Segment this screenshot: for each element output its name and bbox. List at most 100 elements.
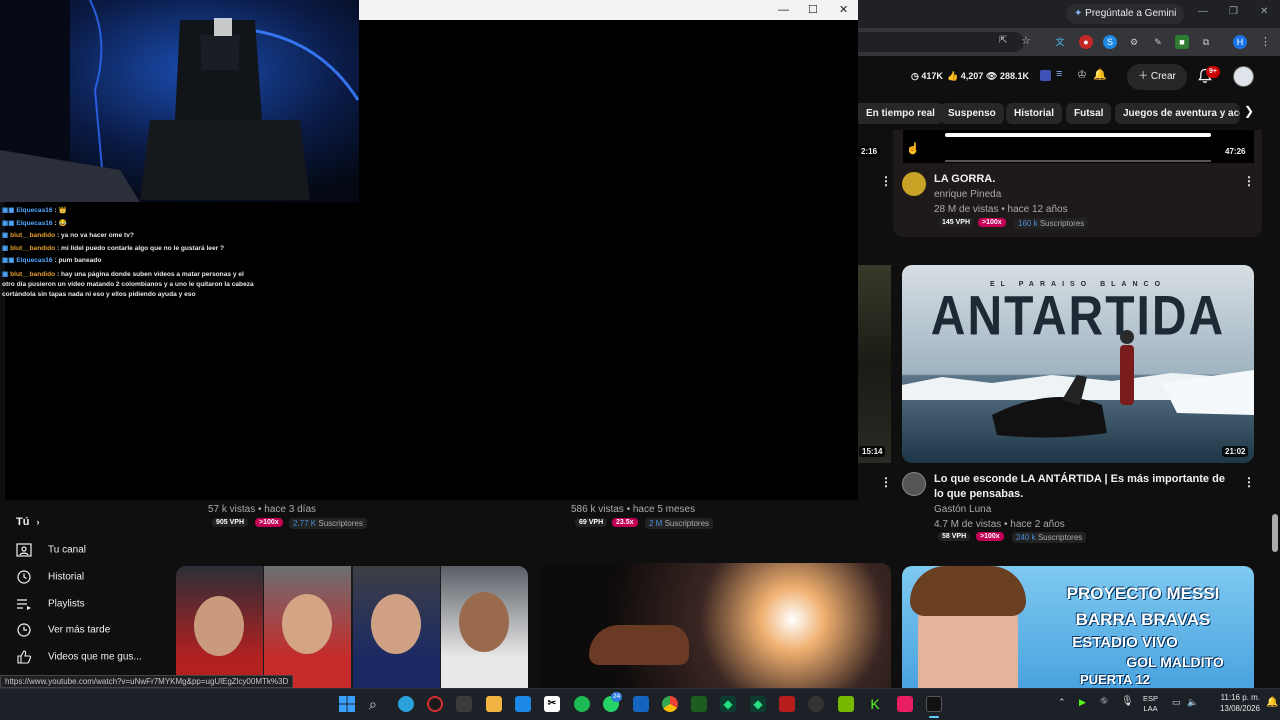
whatsapp-badge: 24	[611, 692, 623, 702]
antartida-menu-icon[interactable]: ⋮	[1243, 475, 1255, 489]
capcut-icon[interactable]: ✂	[544, 696, 560, 712]
red-extension-icon[interactable]: ●	[1079, 35, 1093, 49]
sidebar-you-section[interactable]: Tú ›	[16, 516, 40, 528]
webcam-feed	[0, 0, 359, 202]
gemini-label: Pregúntale a Gemini	[1085, 8, 1177, 19]
blue-extension-icon[interactable]: S	[1103, 35, 1117, 49]
close-icon[interactable]: ✕	[1260, 6, 1268, 17]
install-app-icon[interactable]: ⇱	[999, 35, 1007, 46]
overlay-close-icon[interactable]: ✕	[839, 3, 848, 16]
chip-futsal[interactable]: Futsal	[1066, 103, 1112, 124]
green-app-icon[interactable]	[691, 696, 707, 712]
chip-suspenso[interactable]: Suspenso	[940, 103, 1004, 124]
kick-app-2-icon[interactable]: ◆	[750, 696, 766, 712]
obs-icon[interactable]	[926, 696, 942, 712]
start-icon[interactable]	[339, 696, 355, 712]
overlay-maximize-icon[interactable]: ☐	[808, 3, 818, 16]
nvidia-icon[interactable]	[838, 696, 854, 712]
antartida-channel-avatar[interactable]	[902, 472, 926, 496]
translate-extension-icon[interactable]: 文	[1053, 35, 1067, 49]
tray-app-icon[interactable]: ⛗	[1100, 696, 1108, 707]
football-thumbnail[interactable]	[176, 566, 528, 688]
input-language[interactable]: ESP LAA	[1143, 694, 1158, 714]
network-icon[interactable]: ▭	[1172, 697, 1181, 708]
create-button[interactable]: ＋ Crear	[1127, 64, 1187, 90]
file-explorer-icon[interactable]	[486, 696, 502, 712]
pen-extension-icon[interactable]: ✎	[1151, 35, 1165, 49]
spotify-icon[interactable]	[574, 696, 590, 712]
gorra-channel-avatar[interactable]	[902, 172, 926, 196]
volume-icon[interactable]: 🔈	[1187, 697, 1198, 708]
page-scrollbar-thumb[interactable]	[1272, 514, 1278, 552]
chrome-icon[interactable]	[662, 696, 678, 712]
restore-icon[interactable]: ❐	[1229, 6, 1238, 17]
list-icon[interactable]: ≡	[1056, 68, 1062, 80]
chip-juegos-aventura[interactable]: Juegos de aventura y acción	[1115, 103, 1240, 124]
gorra-ratio: >100x	[978, 218, 1006, 227]
antartida-ratio: >100x	[976, 532, 1004, 541]
system-clock[interactable]: 11:16 p. m. 13/08/2026	[1206, 692, 1260, 714]
chip-en-tiempo-real[interactable]: En tiempo real	[858, 103, 943, 124]
bookmark-star-icon[interactable]: ☆	[1021, 34, 1031, 47]
messi-line-1: PROYECTO MESSI	[1066, 584, 1220, 603]
minimize-icon[interactable]: —	[1198, 6, 1208, 17]
sidebar-item-ver-mas-tarde[interactable]: Ver más tarde	[16, 623, 110, 637]
left-video-menu-icon-2[interactable]: ⋮	[880, 475, 892, 489]
plus-icon: ＋	[1138, 71, 1149, 82]
fire-horse-thumbnail[interactable]	[539, 563, 891, 688]
overlay-minimize-icon[interactable]: —	[778, 4, 789, 16]
account-avatar[interactable]	[1233, 66, 1254, 87]
person-hair	[910, 566, 1026, 616]
link-status-bar: https://www.youtube.com/watch?v=uNwFr7MY…	[0, 675, 294, 688]
sidebar-item-playlists[interactable]: Playlists	[16, 597, 85, 611]
chip-historial[interactable]: Historial	[1006, 103, 1063, 124]
chat-badge-icon: ▣▣	[2, 257, 15, 264]
profile-icon[interactable]: H	[1233, 35, 1247, 49]
row-b-meta: 586 k vistas • hace 5 meses	[571, 504, 696, 515]
chips-fade	[1234, 98, 1280, 128]
telegram-icon[interactable]	[398, 696, 414, 712]
clock-icon	[17, 623, 31, 637]
gorra-menu-icon[interactable]: ⋮	[1243, 174, 1255, 188]
antartida-channel[interactable]: Gastón Luna	[934, 504, 991, 515]
record-app-icon[interactable]	[427, 696, 443, 712]
browser-menu-icon[interactable]: ⋮	[1260, 35, 1271, 48]
antartida-subs: 240 k Suscriptores	[1012, 532, 1087, 543]
green-extension-icon[interactable]: ■	[1175, 35, 1189, 49]
ext-blue-square-icon[interactable]	[1040, 70, 1051, 81]
player-2-face	[282, 594, 332, 654]
left-video-menu-icon[interactable]: ⋮	[880, 174, 892, 188]
left-video-thumbnail-partial[interactable]	[858, 265, 891, 463]
sidebar-item-videos-que-me-gustan[interactable]: Videos que me gus...	[16, 650, 142, 664]
antartida-title[interactable]: Lo que esconde LA ANTÁRTIDA | Es más imp…	[934, 472, 1234, 502]
puzzle-extension-icon[interactable]: ⚙	[1127, 35, 1141, 49]
video-app-icon[interactable]	[779, 696, 795, 712]
kick-logo-icon[interactable]: K	[867, 696, 883, 712]
extensions-puzzle-icon[interactable]: ⧉	[1199, 35, 1213, 49]
messi-line-3: ESTADIO VIVO	[1072, 634, 1178, 651]
notification-center-icon[interactable]: 🔔	[1266, 697, 1278, 708]
gorra-subs: 160 k Suscriptores	[1014, 218, 1089, 229]
overlay-window-titlebar[interactable]: — ☐ ✕	[359, 0, 858, 20]
sidebar-item-tu-canal[interactable]: Tu canal	[16, 543, 86, 557]
chips-next-icon[interactable]: ❯	[1244, 104, 1254, 118]
trophy-icon[interactable]: ♔	[1077, 68, 1087, 81]
gorra-title[interactable]: LA GORRA.	[934, 172, 995, 187]
row-a-meta: 57 k vistas • hace 3 días	[208, 504, 317, 515]
preview-scrubber[interactable]	[945, 160, 1211, 162]
notepad-icon[interactable]	[515, 696, 531, 712]
sidebar-item-historial[interactable]: Historial	[16, 570, 84, 584]
tiktok-icon[interactable]	[897, 696, 913, 712]
steam-icon[interactable]	[808, 696, 824, 712]
search-icon[interactable]: ⌕	[369, 696, 385, 712]
kick-app-icon[interactable]: ◆	[720, 696, 736, 712]
tray-play-icon[interactable]: ▶	[1079, 697, 1086, 708]
tray-chevron-icon[interactable]: ⌃	[1058, 697, 1066, 708]
windows-logo-icon	[339, 696, 355, 712]
app-window-icon[interactable]	[633, 696, 649, 712]
alert-icon[interactable]: 🔔	[1093, 68, 1107, 81]
tray-mic-icon[interactable]: 🎙	[1121, 696, 1134, 707]
gemini-button[interactable]: ✦ Pregúntale a Gemini	[1066, 4, 1185, 24]
store-icon[interactable]	[456, 696, 472, 712]
gorra-channel[interactable]: enrique Pineda	[934, 189, 1001, 200]
